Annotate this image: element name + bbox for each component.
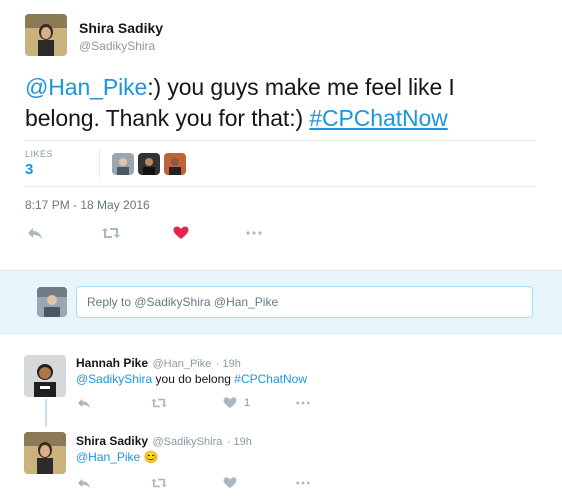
- reply-avatar[interactable]: [24, 355, 66, 397]
- reply-icon[interactable]: [26, 225, 44, 241]
- reply-like-count[interactable]: 1: [244, 397, 250, 409]
- heart-icon[interactable]: [172, 225, 190, 241]
- tweet-text: @Han_Pike:) you guys make me feel like I…: [25, 72, 545, 134]
- reply-header: Hannah Pike @Han_Pike · 19h: [76, 354, 241, 372]
- current-user-avatar: [37, 287, 67, 317]
- more-icon[interactable]: [244, 227, 264, 239]
- reply-text-body: you do belong: [152, 372, 235, 386]
- reply-author-handle[interactable]: @SadikyShira: [153, 436, 223, 448]
- reply-text: @SadikyShira you do belong #CPChatNow: [76, 372, 307, 386]
- reply-text: @Han_Pike 😊: [76, 450, 159, 464]
- more-icon[interactable]: [294, 398, 312, 408]
- retweet-icon[interactable]: [150, 476, 168, 490]
- author-name[interactable]: Shira Sadiky: [79, 20, 163, 36]
- reply-input[interactable]: Reply to @SadikyShira @Han_Pike: [76, 286, 533, 318]
- reply-mention-link[interactable]: @Han_Pike: [76, 450, 140, 464]
- reply-author-handle[interactable]: @Han_Pike: [152, 358, 211, 370]
- retweet-icon[interactable]: [150, 396, 168, 410]
- reply-author-name[interactable]: Hannah Pike: [76, 356, 148, 370]
- reply-author-name[interactable]: Shira Sadiky: [76, 434, 148, 448]
- divider: [25, 186, 535, 187]
- divider: [25, 140, 535, 141]
- thread-connector: [45, 399, 47, 427]
- tweet-timestamp[interactable]: 8:17 PM - 18 May 2016: [25, 198, 150, 212]
- retweet-icon[interactable]: [101, 225, 121, 241]
- tweet-mention-link[interactable]: @Han_Pike: [25, 74, 147, 100]
- author-handle[interactable]: @SadikyShira: [79, 39, 155, 53]
- reply-time[interactable]: · 19h: [227, 436, 252, 448]
- liker-avatar[interactable]: [138, 153, 160, 175]
- reply-hashtag-link[interactable]: #CPChatNow: [234, 372, 307, 386]
- reply-icon[interactable]: [76, 396, 92, 410]
- stats-separator: [99, 148, 100, 178]
- tweet-text-line2: belong. Thank you for that:): [25, 105, 310, 131]
- heart-icon[interactable]: [222, 476, 238, 490]
- smile-emoji-icon: 😊: [143, 450, 159, 464]
- heart-icon[interactable]: [222, 396, 238, 410]
- author-avatar[interactable]: [25, 14, 67, 56]
- tweet-hashtag-link[interactable]: #CPChatNow: [309, 105, 447, 131]
- reply-time[interactable]: · 19h: [216, 358, 241, 370]
- reply-icon[interactable]: [76, 476, 92, 490]
- reply-header: Shira Sadiky @SadikyShira · 19h: [76, 432, 252, 450]
- liker-avatar[interactable]: [112, 153, 134, 175]
- likes-count[interactable]: 3: [25, 161, 33, 178]
- reply-avatar[interactable]: [24, 432, 66, 474]
- liker-avatar[interactable]: [164, 153, 186, 175]
- tweet-text-line1: :) you guys make me feel like I: [147, 74, 455, 100]
- likes-label: LIKES: [25, 149, 54, 159]
- more-icon[interactable]: [294, 478, 312, 488]
- reply-mention-link[interactable]: @SadikyShira: [76, 372, 152, 386]
